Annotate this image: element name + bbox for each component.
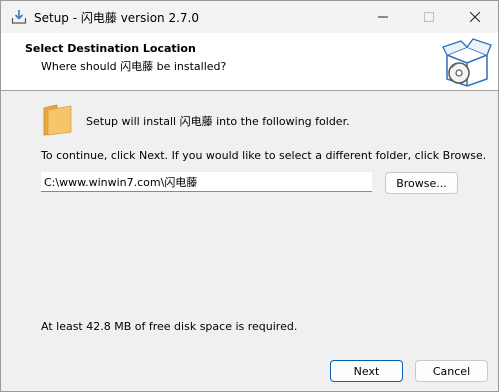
wizard-header: Select Destination Location Where should… xyxy=(1,33,498,90)
minimize-button[interactable] xyxy=(360,1,406,33)
page-title: Select Destination Location xyxy=(25,42,196,55)
close-icon xyxy=(470,12,480,22)
minimize-icon xyxy=(378,16,388,18)
maximize-button[interactable] xyxy=(406,1,452,33)
window-title: Setup - 闪电藤 version 2.7.0 xyxy=(34,11,200,25)
next-button[interactable]: Next xyxy=(330,360,403,382)
maximize-icon xyxy=(424,12,434,22)
browse-button[interactable]: Browse... xyxy=(385,172,458,194)
title-bar[interactable]: Setup - 闪电藤 version 2.7.0 xyxy=(1,1,498,33)
header-divider xyxy=(1,90,498,91)
folder-icon xyxy=(43,104,72,136)
close-button[interactable] xyxy=(452,1,498,33)
install-intro-text: Setup will install 闪电藤 into the followin… xyxy=(86,115,350,128)
setup-window: Setup - 闪电藤 version 2.7.0 Select Destina… xyxy=(0,0,499,392)
setup-icon xyxy=(11,10,27,24)
page-subtitle: Where should 闪电藤 be installed? xyxy=(41,60,227,73)
instruction-text: To continue, click Next. If you would li… xyxy=(41,149,487,162)
install-box-icon xyxy=(442,38,492,87)
destination-path-input[interactable] xyxy=(41,172,372,192)
disk-space-text: At least 42.8 MB of free disk space is r… xyxy=(41,320,298,333)
wizard-footer: Next Cancel xyxy=(1,344,498,391)
cancel-button[interactable]: Cancel xyxy=(415,360,488,382)
